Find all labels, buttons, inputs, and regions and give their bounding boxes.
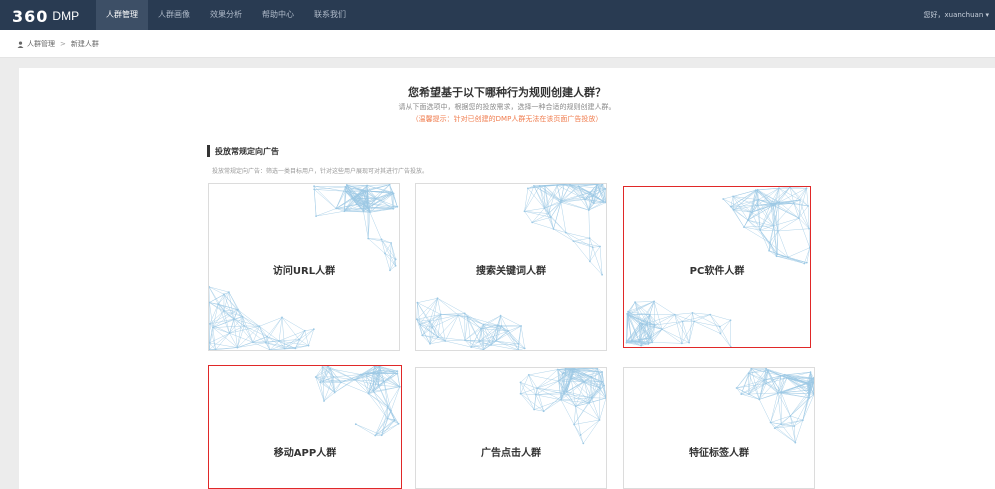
user-icon <box>17 40 24 48</box>
network-pattern-bottom-left <box>209 285 315 350</box>
card-mobile-app-audience[interactable]: 移动APP人群 <box>208 365 402 489</box>
main-nav: 人群管理 人群画像 效果分析 帮助中心 联系我们 <box>96 0 356 30</box>
page-subtitle: 请从下面选项中，根据您的投放需求，选择一种合适的规则创建人群。 <box>398 103 616 111</box>
nav-item-effect-analysis[interactable]: 效果分析 <box>200 0 252 30</box>
main-panel: 您希望基于以下哪种行为规则创建人群？ 请从下面选项中，根据您的投放需求，选择一种… <box>19 68 995 489</box>
nav-item-contact-us[interactable]: 联系我们 <box>304 0 356 30</box>
network-pattern-bottom-left <box>416 297 526 350</box>
card-label: 搜索关键词人群 <box>476 266 546 277</box>
page-title: 您希望基于以下哪种行为规则创建人群？ <box>408 86 606 99</box>
breadcrumb-separator: > <box>60 40 66 48</box>
breadcrumb: 人群管理 > 新建人群 <box>17 39 99 49</box>
breadcrumb-current: 新建人群 <box>70 40 99 48</box>
breadcrumb-home[interactable]: 人群管理 <box>27 39 55 49</box>
top-navbar: 360 DMP 人群管理 人群画像 效果分析 帮助中心 联系我们 您好，xuan… <box>0 0 995 30</box>
logo-number: 360 <box>12 6 49 26</box>
card-url-audience[interactable]: 访问URL人群 <box>208 183 400 351</box>
warning-tip: （温馨提示：针对已创建的DMP人群无法在该页面广告投放） <box>411 115 603 123</box>
card-search-keyword-audience[interactable]: 搜索关键词人群 <box>415 183 607 351</box>
card-label: 广告点击人群 <box>481 448 541 459</box>
card-pc-software-audience[interactable]: PC软件人群 <box>623 186 811 348</box>
card-label: 访问URL人群 <box>272 266 336 277</box>
card-ad-click-audience[interactable]: 广告点击人群 <box>415 367 607 489</box>
card-label: PC软件人群 <box>689 266 745 277</box>
breadcrumb-bar: 人群管理 > 新建人群 <box>0 30 995 58</box>
section-title: 投放常规定向广告 <box>215 146 279 156</box>
card-label: 特征标签人群 <box>689 448 749 459</box>
section-marker <box>207 145 210 157</box>
card-feature-tag-audience[interactable]: 特征标签人群 <box>623 367 815 489</box>
card-label: 移动APP人群 <box>273 448 337 459</box>
user-menu[interactable]: 您好，xuanchuan ▾ <box>924 0 990 30</box>
nav-item-audience-portrait[interactable]: 人群画像 <box>148 0 200 30</box>
section-header: 投放常规定向广告 <box>207 145 279 157</box>
section-description: 投放常规定向广告：筛选一类目标用户，针对这些用户展现可对其进行广告投放。 <box>212 168 429 175</box>
nav-item-help-center[interactable]: 帮助中心 <box>252 0 304 30</box>
logo[interactable]: 360 DMP <box>12 6 80 26</box>
nav-item-audience-management[interactable]: 人群管理 <box>96 0 148 30</box>
logo-text: DMP <box>52 9 80 23</box>
network-pattern-bottom-left <box>625 300 732 347</box>
